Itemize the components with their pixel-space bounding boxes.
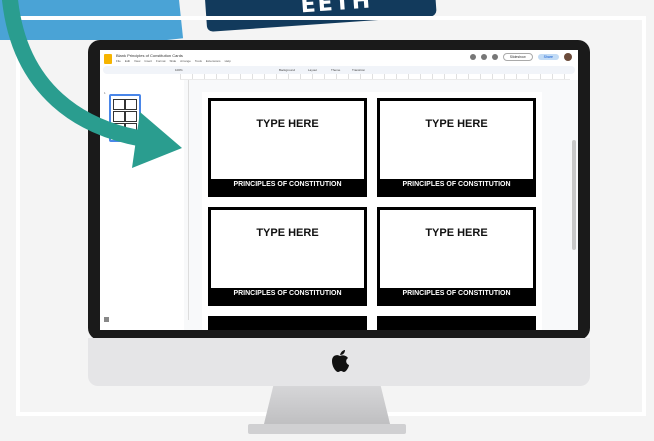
slide-canvas: TYPE HERE PRINCIPLES OF CONSTITUTION TYP… — [184, 80, 578, 330]
toolbar: 100% Background Layout Theme Transition — [103, 66, 575, 74]
avatar[interactable] — [564, 53, 572, 61]
comments-icon[interactable] — [480, 54, 487, 60]
meet-icon[interactable] — [491, 54, 498, 60]
card-body: TYPE HERE — [380, 210, 533, 288]
card-partial[interactable] — [377, 316, 536, 330]
menu-insert[interactable]: Insert — [144, 59, 152, 63]
layout-button[interactable]: Layout — [308, 68, 317, 72]
slides-logo-icon[interactable] — [104, 54, 112, 64]
titlebar-actions: Slideshow Share — [469, 53, 572, 61]
slide[interactable]: TYPE HERE PRINCIPLES OF CONSTITUTION TYP… — [202, 92, 542, 330]
thumb-card — [113, 123, 125, 134]
monitor-stand-base — [248, 424, 406, 434]
card[interactable]: TYPE HERE PRINCIPLES OF CONSTITUTION — [377, 98, 536, 197]
card-footer: PRINCIPLES OF CONSTITUTION — [233, 181, 342, 188]
slide-number: 1 — [104, 91, 106, 95]
menu-format[interactable]: Format — [156, 59, 166, 63]
card-title[interactable]: TYPE HERE — [380, 118, 533, 130]
card-partial[interactable] — [208, 316, 367, 330]
document-title[interactable]: Blank Principles of Constitution Cards — [116, 53, 183, 58]
app-titlebar: Blank Principles of Constitution Cards F… — [100, 50, 578, 66]
menu-edit[interactable]: Edit — [125, 59, 130, 63]
card-title[interactable]: TYPE HERE — [380, 227, 533, 239]
filmstrip: 1 — [100, 76, 144, 330]
menu-bar: File Edit View Insert Format Slide Arran… — [116, 59, 231, 63]
screen: Blank Principles of Constitution Cards F… — [100, 50, 578, 330]
menu-help[interactable]: Help — [225, 59, 231, 63]
menu-file[interactable]: File — [116, 59, 121, 63]
transition-button[interactable]: Transition — [352, 68, 365, 72]
vertical-ruler — [184, 80, 189, 320]
card[interactable]: TYPE HERE PRINCIPLES OF CONSTITUTION — [208, 207, 367, 306]
card-footer: PRINCIPLES OF CONSTITUTION — [402, 181, 511, 188]
slide-thumbnail[interactable] — [109, 94, 141, 142]
card-footer: PRINCIPLES OF CONSTITUTION — [233, 290, 342, 297]
thumb-card — [125, 99, 137, 110]
card[interactable]: TYPE HERE PRINCIPLES OF CONSTITUTION — [377, 207, 536, 306]
share-button[interactable]: Share — [537, 54, 559, 60]
theme-button[interactable]: Theme — [331, 68, 340, 72]
history-icon[interactable] — [469, 54, 476, 60]
thumb-card — [125, 111, 137, 122]
menu-arrange[interactable]: Arrange — [180, 59, 191, 63]
vertical-scrollbar[interactable] — [572, 140, 576, 250]
thumb-card — [113, 111, 125, 122]
monitor-stand — [263, 386, 391, 428]
card-body: TYPE HERE — [380, 101, 533, 179]
slideshow-button[interactable]: Slideshow — [502, 53, 533, 61]
card-title[interactable]: TYPE HERE — [211, 118, 364, 130]
background-button[interactable]: Background — [279, 68, 295, 72]
card[interactable]: TYPE HERE PRINCIPLES OF CONSTITUTION — [208, 98, 367, 197]
menu-view[interactable]: View — [134, 59, 140, 63]
card-body: TYPE HERE — [211, 210, 364, 288]
thumb-card — [113, 99, 125, 110]
apple-logo-icon — [332, 350, 349, 372]
zoom-select[interactable]: 100% — [175, 68, 183, 72]
menu-slide[interactable]: Slide — [170, 59, 177, 63]
menu-tools[interactable]: Tools — [195, 59, 202, 63]
card-footer: PRINCIPLES OF CONSTITUTION — [402, 290, 511, 297]
thumb-card — [125, 123, 137, 134]
menu-extensions[interactable]: Extensions — [206, 59, 221, 63]
card-body: TYPE HERE — [211, 101, 364, 179]
card-title[interactable]: TYPE HERE — [211, 227, 364, 239]
grid-view-icon[interactable] — [104, 317, 109, 322]
